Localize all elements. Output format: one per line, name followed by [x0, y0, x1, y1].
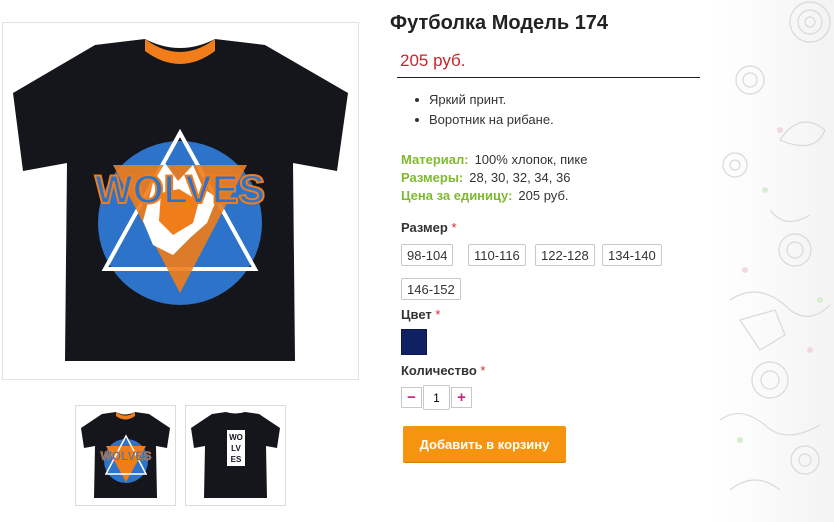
quantity-label: Количество * [401, 363, 486, 378]
decorative-background-pattern [710, 0, 834, 522]
thumbnail-front[interactable]: WOLVES [75, 405, 176, 506]
back-print-line-3: ES [231, 455, 242, 464]
required-mark: * [480, 363, 486, 378]
feature-item: Яркий принт. [413, 90, 554, 110]
size-option-134-140[interactable]: 134-140 [602, 244, 662, 266]
color-swatch-navy[interactable] [401, 329, 427, 355]
thumb-print-text: WOLVES [100, 449, 151, 463]
size-label: Размер * [401, 220, 457, 235]
product-main-image[interactable]: WOLVES [2, 22, 359, 380]
back-print-line-1: WO [229, 433, 243, 442]
product-title: Футболка Модель 174 [390, 12, 609, 34]
spec-value: 205 руб. [518, 188, 569, 203]
size-option-122-128[interactable]: 122-128 [535, 244, 595, 266]
size-option-110-116[interactable]: 110-116 [468, 244, 526, 266]
size-option-98-104[interactable]: 98-104 [401, 244, 454, 266]
spec-material: Материал: 100% хлопок, пике [401, 151, 587, 169]
feature-list: Яркий принт. Воротник на рибане. [413, 90, 554, 130]
quantity-input[interactable] [423, 385, 450, 410]
spec-sizes: Размеры: 28, 30, 32, 34, 36 [401, 169, 587, 187]
required-mark: * [451, 220, 457, 235]
back-print-line-2: LV [231, 444, 241, 453]
tshirt-front-image: WOLVES [13, 39, 348, 361]
print-text: WOLVES [95, 168, 265, 212]
size-option-146-152[interactable]: 146-152 [401, 278, 461, 300]
required-mark: * [435, 307, 441, 322]
divider [397, 77, 700, 78]
spec-label: Размеры: [401, 170, 464, 185]
spec-label: Материал: [401, 152, 469, 167]
product-price: 205 руб. [400, 51, 466, 70]
feature-item: Воротник на рибане. [413, 110, 554, 130]
thumbnail-back[interactable]: WO LV ES [185, 405, 286, 506]
quantity-increase-button[interactable]: + [451, 387, 472, 408]
spec-unit-price: Цена за единицу: 205 руб. [401, 187, 587, 205]
color-label: Цвет * [401, 307, 441, 322]
spec-label: Цена за единицу: [401, 188, 513, 203]
add-to-cart-button[interactable]: Добавить в корзину [403, 426, 566, 462]
quantity-decrease-button[interactable]: − [401, 387, 422, 408]
spec-value: 100% хлопок, пике [474, 152, 588, 167]
spec-value: 28, 30, 32, 34, 36 [469, 170, 571, 185]
product-specs: Материал: 100% хлопок, пике Размеры: 28, 3… [401, 151, 587, 205]
